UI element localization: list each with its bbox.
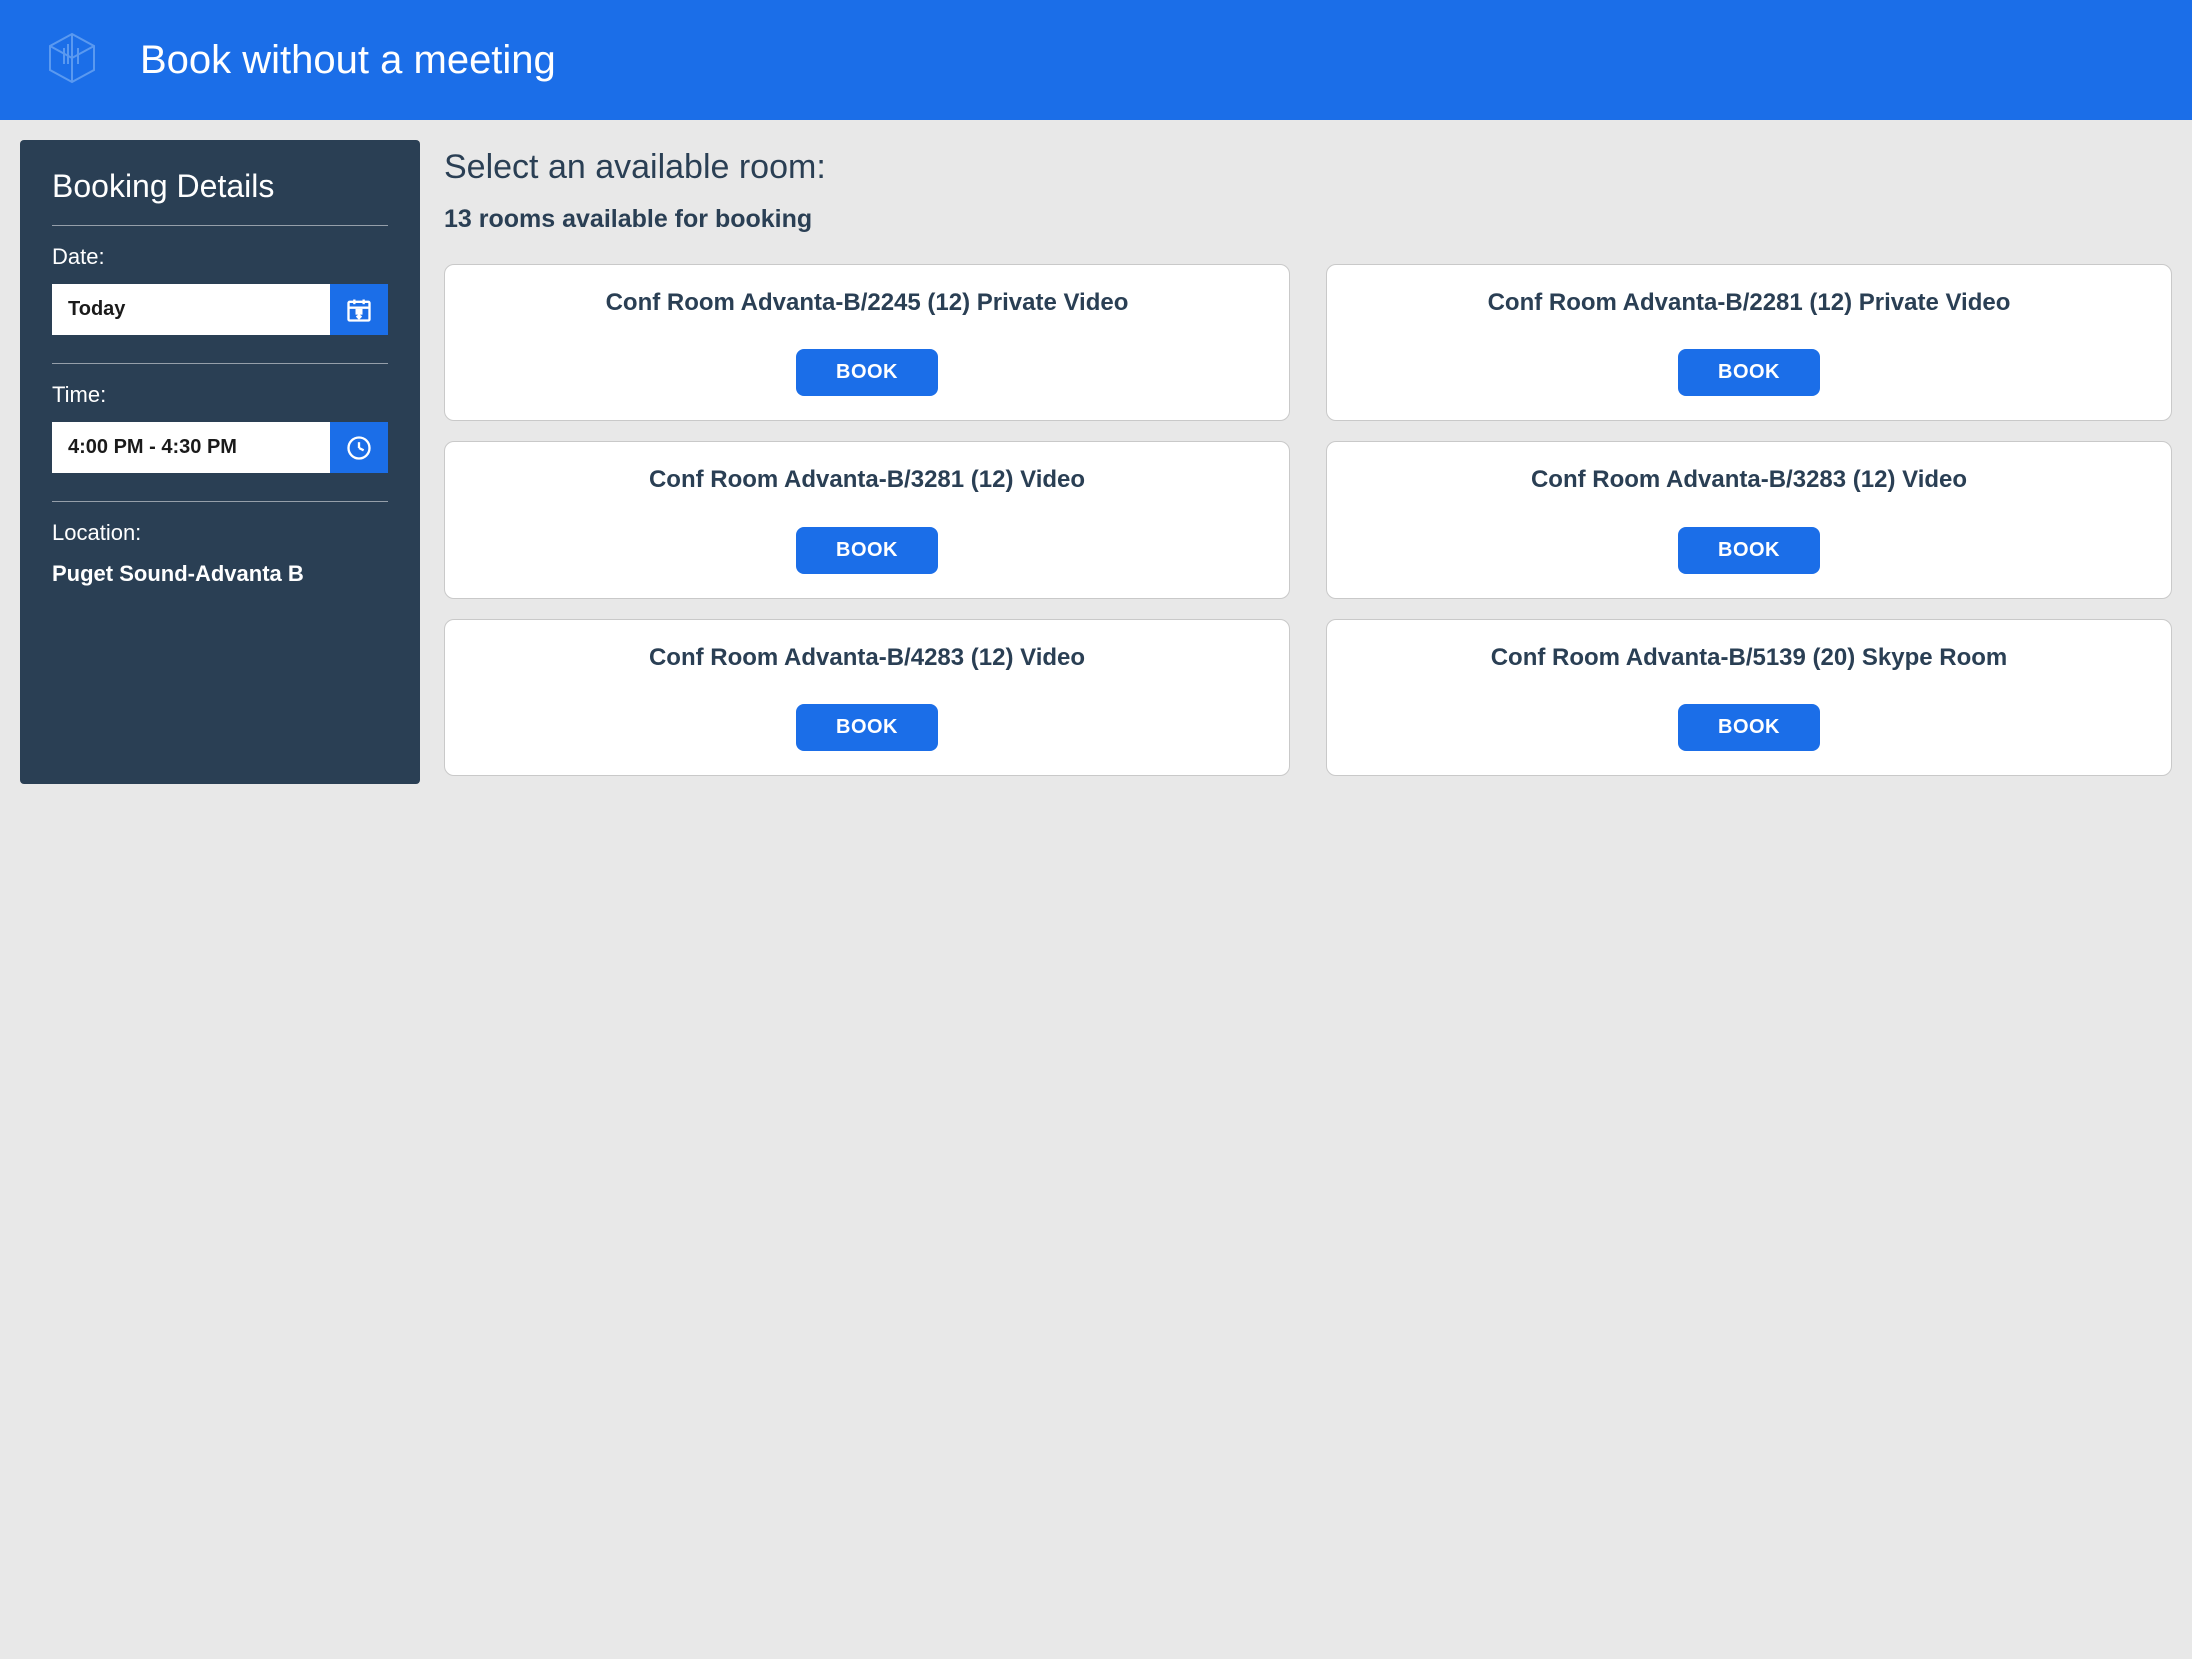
calendar-icon	[345, 296, 373, 324]
booking-details-sidebar: Booking Details Date: Today Time: 4:00 P…	[20, 140, 420, 784]
date-label: Date:	[52, 244, 388, 270]
sidebar-title: Booking Details	[52, 168, 388, 205]
page-title: Book without a meeting	[140, 38, 556, 83]
divider	[52, 363, 388, 364]
divider	[52, 501, 388, 502]
clock-icon	[345, 434, 373, 462]
room-card: Conf Room Advanta-B/2245 (12) Private Vi…	[444, 264, 1290, 421]
room-card: Conf Room Advanta-B/5139 (20) Skype Room…	[1326, 619, 2172, 776]
date-picker-button[interactable]	[330, 284, 388, 335]
app-logo-icon	[36, 24, 108, 96]
time-input[interactable]: 4:00 PM - 4:30 PM	[52, 422, 330, 473]
room-card: Conf Room Advanta-B/4283 (12) Video BOOK	[444, 619, 1290, 776]
room-name: Conf Room Advanta-B/3281 (12) Video	[649, 464, 1085, 496]
room-name: Conf Room Advanta-B/2245 (12) Private Vi…	[606, 287, 1129, 319]
date-input[interactable]: Today	[52, 284, 330, 335]
book-button[interactable]: BOOK	[1678, 704, 1820, 751]
book-button[interactable]: BOOK	[796, 527, 938, 574]
book-button[interactable]: BOOK	[796, 704, 938, 751]
room-card: Conf Room Advanta-B/3281 (12) Video BOOK	[444, 441, 1290, 598]
time-input-group: 4:00 PM - 4:30 PM	[52, 422, 388, 473]
location-label: Location:	[52, 520, 388, 546]
room-name: Conf Room Advanta-B/5139 (20) Skype Room	[1491, 642, 2008, 674]
content: Booking Details Date: Today Time: 4:00 P…	[0, 120, 2192, 804]
room-card: Conf Room Advanta-B/2281 (12) Private Vi…	[1326, 264, 2172, 421]
main-panel: Select an available room: 13 rooms avail…	[444, 140, 2172, 784]
divider	[52, 225, 388, 226]
room-card: Conf Room Advanta-B/3283 (12) Video BOOK	[1326, 441, 2172, 598]
date-input-group: Today	[52, 284, 388, 335]
book-button[interactable]: BOOK	[796, 349, 938, 396]
room-name: Conf Room Advanta-B/2281 (12) Private Vi…	[1488, 287, 2011, 319]
book-button[interactable]: BOOK	[1678, 349, 1820, 396]
location-value: Puget Sound-Advanta B	[52, 560, 388, 589]
room-count-subheading: 13 rooms available for booking	[444, 205, 2172, 234]
room-name: Conf Room Advanta-B/4283 (12) Video	[649, 642, 1085, 674]
book-button[interactable]: BOOK	[1678, 527, 1820, 574]
time-label: Time:	[52, 382, 388, 408]
room-name: Conf Room Advanta-B/3283 (12) Video	[1531, 464, 1967, 496]
main-heading: Select an available room:	[444, 148, 2172, 187]
room-grid: Conf Room Advanta-B/2245 (12) Private Vi…	[444, 264, 2172, 776]
header: Book without a meeting	[0, 0, 2192, 120]
time-picker-button[interactable]	[330, 422, 388, 473]
